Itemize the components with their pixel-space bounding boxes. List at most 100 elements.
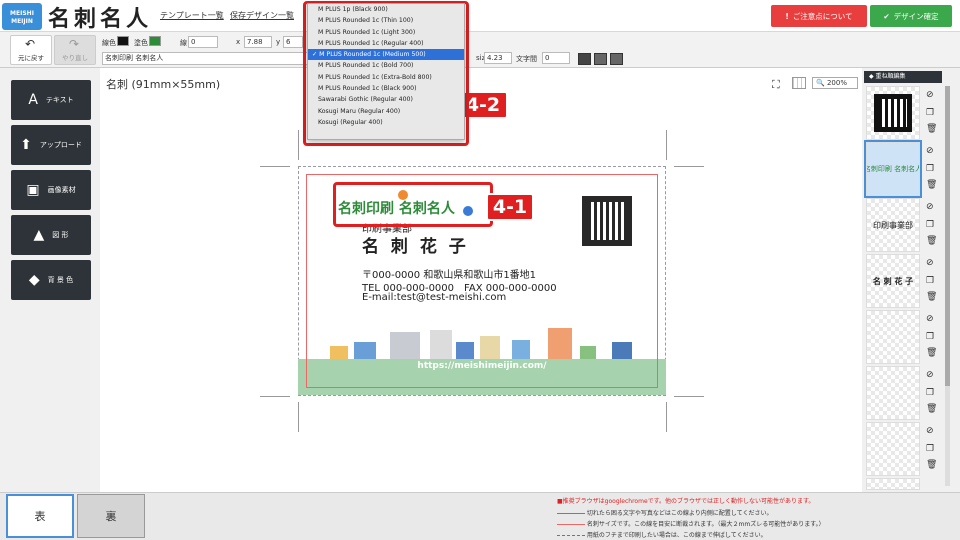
undo-button[interactable]: ↶ 元に戻す <box>10 35 52 65</box>
background-color-label: 背 景 色 <box>47 276 74 284</box>
confirm-design-label: デザイン確定 <box>893 11 939 21</box>
upload-tool-button[interactable]: ⬆ アップロード <box>11 125 91 165</box>
shape-tool-button[interactable]: ▲ 図 形 <box>11 215 91 255</box>
font-option[interactable]: Kosugi (Regular 400) <box>308 117 464 128</box>
trash-icon[interactable]: 🗑 <box>926 460 937 470</box>
fill-color-swatch[interactable] <box>149 36 161 46</box>
trash-icon[interactable]: 🗑 <box>926 180 937 190</box>
font-option[interactable]: M PLUS Rounded 1c (Regular 400) <box>308 38 464 49</box>
safe-line-note: 切れたら困る文字や写真などはこの線より内側に配置してください。 <box>557 508 772 517</box>
copy-icon[interactable]: ❐ <box>926 388 934 398</box>
zoom-select[interactable]: 🔍 200% <box>812 77 858 89</box>
copy-icon[interactable]: ❐ <box>926 220 934 230</box>
hide-icon[interactable]: ⊘ <box>926 90 934 100</box>
trash-icon[interactable]: 🗑 <box>926 236 937 246</box>
trash-icon[interactable]: 🗑 <box>926 348 937 358</box>
x-input[interactable]: 7.88 <box>244 36 272 48</box>
fill-color-label: 塗色 <box>134 39 148 47</box>
copy-icon[interactable]: ❐ <box>926 108 934 118</box>
card-size-title: 名刺 (91mm×55mm) <box>106 78 221 91</box>
font-option[interactable]: Kosugi Maru (Regular 400) <box>308 106 464 117</box>
layer-label: 印刷事業部 <box>873 220 913 230</box>
card-name-text[interactable]: 名 刺 花 子 <box>362 232 469 257</box>
copy-icon[interactable]: ❐ <box>926 164 934 174</box>
trash-icon[interactable]: 🗑 <box>926 404 937 414</box>
font-option[interactable]: M PLUS Rounded 1c (Thin 100) <box>308 15 464 26</box>
qr-code <box>580 194 634 248</box>
y-label: y <box>276 38 281 46</box>
building-shape <box>480 336 500 359</box>
layer-item[interactable] <box>866 310 920 364</box>
font-option[interactable]: M PLUS Rounded 1c (Extra-Bold 800) <box>308 72 464 83</box>
crop-mark <box>674 396 704 397</box>
zoom-icon: 🔍 <box>816 79 825 87</box>
hide-icon[interactable]: ⊘ <box>926 202 934 212</box>
layer-item-dept[interactable]: 印刷事業部 <box>866 198 920 252</box>
align-center-button[interactable] <box>594 53 607 65</box>
image-assets-label: 画像素材 <box>47 186 76 194</box>
check-icon: ✔ <box>883 11 890 21</box>
hide-icon[interactable]: ⊘ <box>926 146 934 156</box>
spacing-input[interactable]: 0 <box>542 52 570 64</box>
font-option[interactable]: M PLUS 1p (Black 900) <box>308 4 464 15</box>
grid-icon[interactable] <box>792 77 806 89</box>
align-left-button[interactable] <box>578 53 591 65</box>
text-content-input[interactable]: 名刺印刷 名刺名人 <box>102 52 310 65</box>
copy-icon[interactable]: ❐ <box>926 332 934 342</box>
house-shape <box>330 346 348 359</box>
line-width-input[interactable]: 0 <box>188 36 218 48</box>
layer-scroll-thumb[interactable] <box>945 86 950 386</box>
font-option-selected[interactable]: ✓ M PLUS Rounded 1c (Medium 500) <box>308 49 464 61</box>
card-url: https://meishimeijin.com/ <box>417 361 547 371</box>
image-assets-button[interactable]: ▣ 画像素材 <box>11 170 91 210</box>
layer-item-qr[interactable] <box>866 86 920 140</box>
trash-icon[interactable]: 🗑 <box>926 124 937 134</box>
caution-button[interactable]: ! ご注意点について <box>771 5 867 27</box>
back-side-thumb[interactable]: 裏 <box>77 494 145 538</box>
hide-icon[interactable]: ⊘ <box>926 370 934 380</box>
size-input[interactable]: 4.23 <box>484 52 512 64</box>
layer-item[interactable] <box>866 422 920 476</box>
layer-item[interactable] <box>866 478 920 490</box>
font-option[interactable]: M PLUS Rounded 1c (Black 900) <box>308 83 464 94</box>
trash-icon[interactable]: 🗑 <box>926 292 937 302</box>
line-color-swatch[interactable] <box>117 36 129 46</box>
crop-mark <box>298 402 299 432</box>
browser-note: ■推奨ブラウザはgooglechromeです。他のブラウザでは正しく動作しない可… <box>557 498 815 505</box>
background-color-button[interactable]: ◆ 背 景 色 <box>11 260 91 300</box>
rotate-handle-icon[interactable] <box>398 190 408 200</box>
font-option[interactable]: M PLUS Rounded 1c (Bold 700) <box>308 60 464 71</box>
redo-button[interactable]: ↷ やり直し <box>54 35 96 65</box>
house-shape <box>612 342 632 359</box>
font-option[interactable]: Sawarabi Gothic (Regular 400) <box>308 94 464 105</box>
saved-designs-link[interactable]: 保存デザイン一覧 <box>230 10 294 21</box>
hide-icon[interactable]: ⊘ <box>926 314 934 324</box>
redo-icon: ↷ <box>69 37 80 51</box>
top-bar: MEISHI MEIJIN 名刺名人 テンプレート一覧 保存デザイン一覧 ! ご… <box>0 0 960 32</box>
template-list-link[interactable]: テンプレート一覧 <box>160 10 224 21</box>
align-right-button[interactable] <box>610 53 623 65</box>
hide-icon[interactable]: ⊘ <box>926 426 934 436</box>
card-email-text[interactable]: E-mail:test@test-meishi.com <box>362 292 506 303</box>
front-side-thumb[interactable]: 表 <box>6 494 74 538</box>
copy-icon[interactable]: ❐ <box>926 444 934 454</box>
zoom-value: 200% <box>826 79 847 87</box>
paint-bucket-icon: ◆ <box>28 272 40 288</box>
y-input[interactable]: 6 <box>283 36 303 48</box>
text-tool-button[interactable]: A テキスト <box>11 80 91 120</box>
confirm-design-button[interactable]: ✔ デザイン確定 <box>870 5 952 27</box>
hide-icon[interactable]: ⊘ <box>926 258 934 268</box>
layer-item-name[interactable]: 名 刺 花 子 <box>866 254 920 308</box>
font-dropdown[interactable]: M PLUS 1p (Black 900) M PLUS Rounded 1c … <box>307 3 465 140</box>
shape-tool-label: 図 形 <box>52 231 69 239</box>
copy-icon[interactable]: ❐ <box>926 276 934 286</box>
fullscreen-icon[interactable]: ⛶ <box>772 78 780 92</box>
font-option[interactable]: M PLUS Rounded 1c (Light 300) <box>308 27 464 38</box>
house-shape <box>354 342 376 359</box>
logo[interactable]: MEISHI MEIJIN 名刺名人 <box>2 2 152 32</box>
layer-item-company[interactable]: 名刺印刷 名刺名人 <box>864 140 922 198</box>
resize-handle-icon[interactable] <box>463 206 473 216</box>
layer-panel-header: ◆ 重ね順編集 <box>864 71 942 83</box>
layer-item[interactable] <box>866 366 920 420</box>
front-side-label: 表 <box>34 510 46 523</box>
